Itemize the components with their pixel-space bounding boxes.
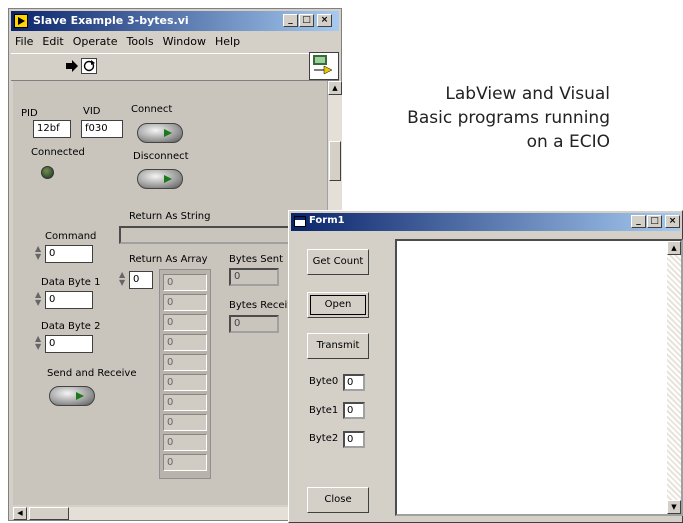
minimize-button[interactable]: _ <box>283 14 298 27</box>
menu-window[interactable]: Window <box>163 35 206 48</box>
list-scroll-up-icon[interactable]: ▲ <box>667 241 681 255</box>
horizontal-scroll-thumb[interactable] <box>29 507 69 520</box>
front-panel: PID 12bf VID f030 Connect Connected Disc… <box>13 81 327 505</box>
array-element: 0 <box>163 314 207 331</box>
close-window-button[interactable]: × <box>665 215 680 228</box>
data-byte1-label: Data Byte 1 <box>41 277 101 288</box>
byte1-label: Byte1 <box>309 405 339 416</box>
labview-toolbar <box>11 52 339 81</box>
array-index-input[interactable]: 0 <box>129 271 153 289</box>
vertical-scroll-thumb[interactable] <box>329 141 341 181</box>
array-element: 0 <box>163 334 207 351</box>
byte0-input[interactable]: 0 <box>343 374 365 391</box>
pid-label: PID <box>21 108 38 119</box>
data-byte1-input[interactable]: 0 <box>45 291 93 309</box>
command-label: Command <box>45 231 97 242</box>
minimize-button[interactable]: _ <box>631 215 646 228</box>
array-index-spinner-icon[interactable]: ▲ ▼ <box>119 271 128 289</box>
byte2-input[interactable]: 0 <box>343 431 365 448</box>
labview-run-icon <box>14 14 28 28</box>
array-element: 0 <box>163 394 207 411</box>
menu-file[interactable]: File <box>15 35 33 48</box>
horizontal-scrollbar[interactable]: ◀ <box>13 507 327 520</box>
run-arrow-icon[interactable] <box>65 59 79 73</box>
send-receive-button[interactable] <box>49 386 95 406</box>
data-byte2-spinner-icon[interactable]: ▲ ▼ <box>35 335 44 353</box>
bytes-sent-label: Bytes Sent <box>229 254 283 265</box>
close-window-button[interactable]: × <box>317 14 332 27</box>
run-continuously-icon[interactable] <box>81 58 97 74</box>
caption-line: LabView and Visual <box>445 84 610 104</box>
disconnect-button[interactable] <box>137 169 183 189</box>
command-input[interactable]: 0 <box>45 245 93 263</box>
caption-text: LabView and Visual Basic programs runnin… <box>360 82 610 154</box>
data-byte1-spinner-icon[interactable]: ▲ ▼ <box>35 291 44 309</box>
send-receive-label: Send and Receive <box>47 368 137 379</box>
connected-led-indicator <box>41 166 54 179</box>
byte0-label: Byte0 <box>309 376 339 387</box>
return-string-label: Return As String <box>129 211 211 222</box>
output-listbox[interactable]: ▲ ▼ <box>395 239 683 516</box>
menu-help[interactable]: Help <box>215 35 240 48</box>
caption-line: on a ECIO <box>526 132 610 152</box>
array-element: 0 <box>163 274 207 291</box>
listbox-scrollbar[interactable]: ▲ ▼ <box>667 241 681 514</box>
array-element: 0 <box>163 454 207 471</box>
data-byte2-input[interactable]: 0 <box>45 335 93 353</box>
menu-edit[interactable]: Edit <box>42 35 63 48</box>
array-element: 0 <box>163 354 207 371</box>
maximize-button[interactable]: □ <box>647 215 662 228</box>
bytes-received-indicator: 0 <box>229 315 279 333</box>
menu-operate[interactable]: Operate <box>73 35 118 48</box>
maximize-button[interactable]: □ <box>299 14 314 27</box>
array-element: 0 <box>163 294 207 311</box>
vb-titlebar[interactable]: Form1 _ □ × <box>291 213 680 231</box>
labview-window-title: Slave Example 3-bytes.vi <box>33 14 189 27</box>
labview-menubar: File Edit Operate Tools Window Help <box>11 35 245 51</box>
labview-titlebar[interactable]: Slave Example 3-bytes.vi _ □ × <box>11 11 339 31</box>
vid-input[interactable]: f030 <box>81 120 123 138</box>
bytes-sent-indicator: 0 <box>229 268 279 286</box>
return-array-label: Return As Array <box>129 254 208 265</box>
scroll-left-icon[interactable]: ◀ <box>13 507 27 520</box>
array-element: 0 <box>163 374 207 391</box>
vb-form-window: Form1 _ □ × Get Count Open Transmit Byte… <box>288 210 683 523</box>
open-button[interactable]: Open <box>307 292 369 318</box>
caption-line: Basic programs running <box>407 108 610 128</box>
scroll-up-icon[interactable]: ▲ <box>328 81 342 95</box>
close-button[interactable]: Close <box>307 487 369 513</box>
form-icon <box>294 216 306 227</box>
byte2-label: Byte2 <box>309 433 339 444</box>
connected-label: Connected <box>31 147 85 158</box>
menu-tools[interactable]: Tools <box>127 35 154 48</box>
connect-button[interactable] <box>137 123 183 143</box>
array-element: 0 <box>163 414 207 431</box>
data-byte2-label: Data Byte 2 <box>41 321 101 332</box>
vi-icon <box>309 52 339 80</box>
command-spinner-icon[interactable]: ▲ ▼ <box>35 245 44 263</box>
list-scroll-down-icon[interactable]: ▼ <box>667 500 681 514</box>
pid-input[interactable]: 12bf <box>33 120 71 138</box>
vid-label: VID <box>83 106 101 117</box>
vb-window-title: Form1 <box>309 215 345 226</box>
connect-label: Connect <box>131 104 173 115</box>
get-count-button[interactable]: Get Count <box>307 249 369 275</box>
transmit-button[interactable]: Transmit <box>307 333 369 359</box>
array-element: 0 <box>163 434 207 451</box>
disconnect-label: Disconnect <box>133 151 189 162</box>
return-array-indicator: 0 0 0 0 0 0 0 0 0 0 <box>159 269 211 479</box>
byte1-input[interactable]: 0 <box>343 402 365 419</box>
